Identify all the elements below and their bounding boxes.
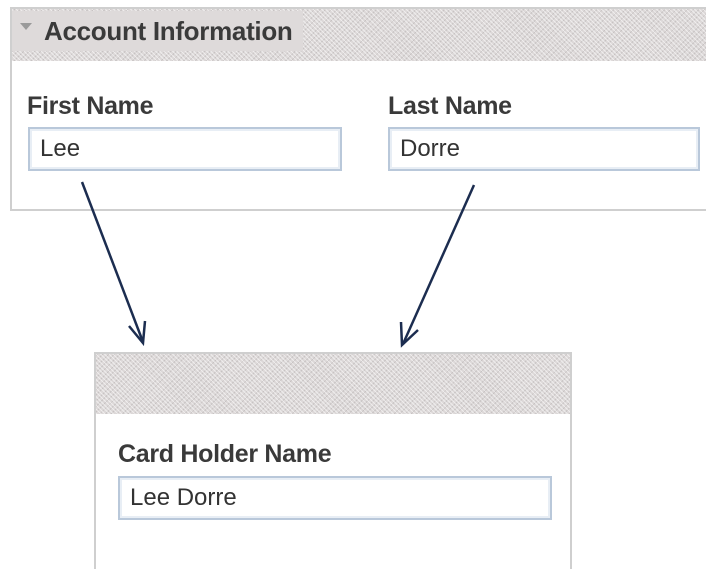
- first-name-input[interactable]: [28, 127, 342, 171]
- last-name-label: Last Name: [388, 92, 512, 120]
- account-information-panel: Account Information First Name Last Name: [10, 7, 706, 211]
- last-name-input[interactable]: [388, 127, 700, 171]
- card-panel: Card Holder Name: [94, 352, 572, 569]
- collapse-triangle-icon[interactable]: [20, 22, 32, 30]
- card-panel-header: [96, 354, 570, 414]
- last-name-arrowhead-icon: [399, 321, 419, 348]
- stage: Account Information First Name Last Name…: [0, 0, 706, 569]
- account-panel-header[interactable]: Account Information: [12, 9, 706, 61]
- account-title-wrap: Account Information: [12, 11, 303, 51]
- first-name-arrowhead-icon: [128, 320, 147, 347]
- panel-title: Account Information: [44, 15, 293, 46]
- card-holder-name-label: Card Holder Name: [118, 440, 332, 468]
- card-holder-name-input[interactable]: [118, 476, 552, 520]
- first-name-label: First Name: [27, 92, 154, 120]
